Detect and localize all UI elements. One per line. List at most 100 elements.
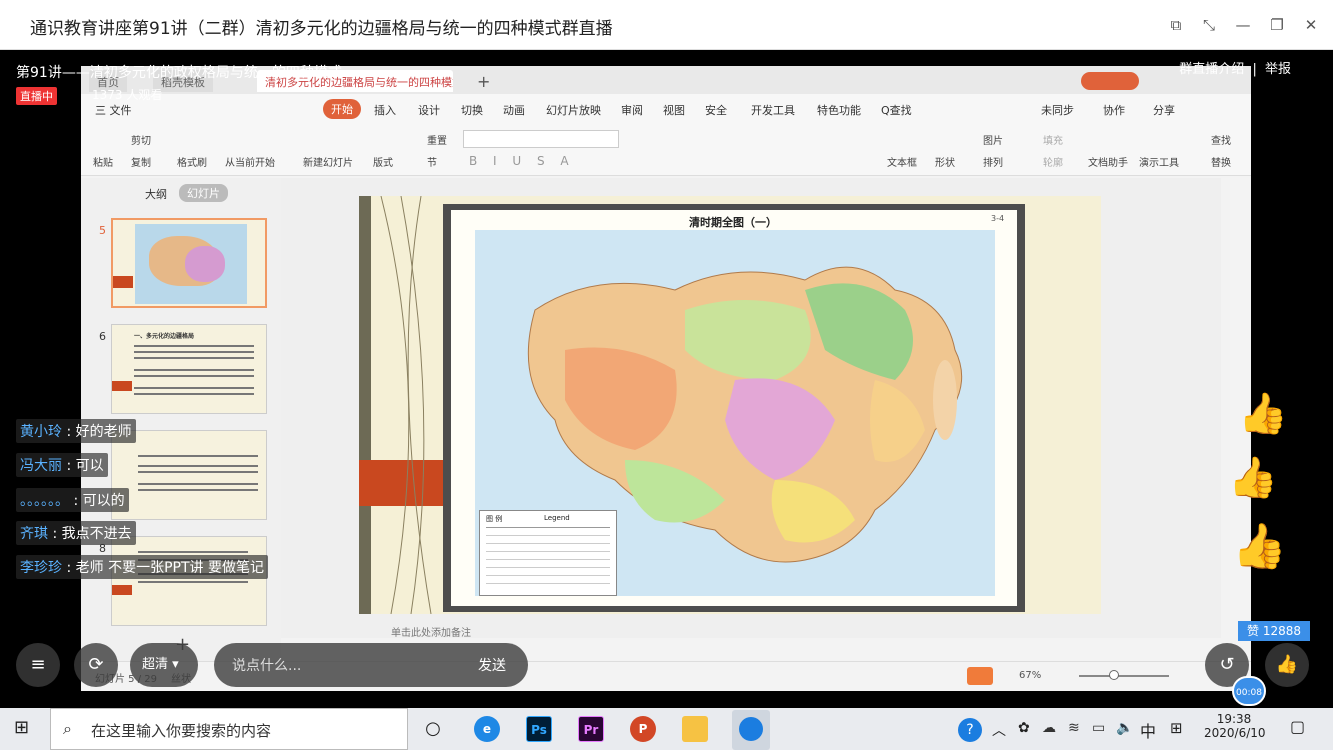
menu-sync[interactable]: 未同步 <box>1041 102 1074 118</box>
paste-button[interactable]: 粘贴 <box>93 154 113 169</box>
menu-developer[interactable]: 开发工具 <box>751 102 795 118</box>
restore-window-icon[interactable]: ⧉ <box>1165 14 1187 36</box>
maximize-icon[interactable]: ❐ <box>1266 14 1288 36</box>
font-style-buttons[interactable]: B I U S A <box>469 154 575 168</box>
close-icon[interactable]: ✕ <box>1300 14 1322 36</box>
cloud-icon[interactable]: ☁ <box>1042 720 1056 736</box>
chat-separator: : <box>69 493 83 509</box>
login-pill[interactable] <box>1081 72 1139 90</box>
notification-icon[interactable]: ▢ <box>1290 717 1305 736</box>
menu-transition[interactable]: 切换 <box>461 102 483 118</box>
thumb-map-land <box>185 246 225 282</box>
present-tools-button[interactable]: 演示工具 <box>1139 154 1179 169</box>
live-intro-link[interactable]: 群直播介绍 <box>1179 62 1244 77</box>
textbox-button[interactable]: 文本框 <box>887 154 917 169</box>
photoshop-icon[interactable]: Ps <box>526 716 552 742</box>
chat-user-name[interactable]: 。。。。。。 <box>20 493 69 509</box>
slide-thumbnail[interactable]: 一、多元化的边疆格局 <box>111 324 267 414</box>
send-button[interactable]: 发送 <box>478 655 506 675</box>
chevron-up-icon[interactable]: ︿ <box>992 720 1006 740</box>
menu-start[interactable]: 开始 <box>323 99 361 119</box>
menu-security[interactable]: 安全 <box>705 102 727 118</box>
expand-icon[interactable]: ⤡ <box>1198 14 1220 36</box>
ime-mode-icon[interactable]: ⊞ <box>1170 719 1183 737</box>
premiere-icon[interactable]: Pr <box>578 716 604 742</box>
ime-indicator[interactable]: 中 <box>1140 718 1156 742</box>
zoom-slider-handle[interactable] <box>1109 670 1119 680</box>
doc-assistant-button[interactable]: 文档助手 <box>1088 154 1128 169</box>
top-links: 群直播介绍 | 举报 <box>1179 58 1291 77</box>
notes-placeholder[interactable]: 单击此处添加备注 <box>391 624 471 639</box>
fill-button[interactable]: 填充 <box>1043 132 1063 147</box>
thumb-heading: 一、多元化的边疆格局 <box>134 333 195 340</box>
chat-user-name[interactable]: 冯大丽 <box>20 458 62 474</box>
battery-icon[interactable]: ▭ <box>1092 720 1105 736</box>
menu-search[interactable]: Q查找 <box>881 102 912 118</box>
clock[interactable]: 19:38 2020/6/10 <box>1204 712 1266 740</box>
section-button[interactable]: 节 <box>427 154 437 169</box>
layout-button[interactable]: 版式 <box>373 154 393 169</box>
windows-start-icon[interactable]: ⊞ <box>14 718 34 738</box>
live-status-badge: 直播中 <box>16 87 57 105</box>
chat-input[interactable]: 说点什么... 发送 <box>214 643 528 687</box>
menu-features[interactable]: 特色功能 <box>817 102 861 118</box>
slide-thumbnail[interactable] <box>111 536 267 626</box>
slide-thumbnail[interactable] <box>111 218 267 308</box>
menu-insert[interactable]: 插入 <box>374 102 396 118</box>
chat-text: 好的老师 <box>75 424 132 440</box>
panel-tab-slides[interactable]: 幻灯片 <box>179 184 228 202</box>
menu-review[interactable]: 审阅 <box>621 102 643 118</box>
font-select[interactable] <box>463 130 619 148</box>
edge-browser-icon[interactable]: e <box>474 716 500 742</box>
shape-button[interactable]: 形状 <box>935 154 955 169</box>
menu-view[interactable]: 视图 <box>663 102 685 118</box>
menu-animation[interactable]: 动画 <box>503 102 525 118</box>
help-icon[interactable]: ? <box>958 718 982 742</box>
menu-file[interactable]: 三 文件 <box>95 102 132 118</box>
volume-icon[interactable]: 🔈 <box>1116 720 1133 736</box>
menu-collab[interactable]: 协作 <box>1103 102 1125 118</box>
format-painter-button[interactable]: 格式刷 <box>177 154 207 169</box>
thumb-accent <box>112 585 132 595</box>
chat-input-placeholder: 说点什么... <box>232 658 302 674</box>
notes-icon[interactable]: ≡ <box>16 643 60 687</box>
search-placeholder: 在这里输入你要搜索的内容 <box>91 722 272 740</box>
slide-thumbnail[interactable] <box>111 430 267 520</box>
rotate-icon[interactable]: ⟳ <box>74 643 118 687</box>
menu-slideshow[interactable]: 幻灯片放映 <box>546 102 601 118</box>
play-from-current-button[interactable]: 从当前开始 <box>225 154 275 169</box>
wifi-icon[interactable]: ≋ <box>1068 720 1080 736</box>
cut-button[interactable]: 剪切 <box>131 132 151 147</box>
tray-app-icon[interactable]: ✿ <box>1018 720 1030 736</box>
chat-user-name[interactable]: 黄小玲 <box>20 424 62 440</box>
chat-user-name[interactable]: 齐琪 <box>20 526 48 542</box>
arrange-button[interactable]: 排列 <box>983 154 1003 169</box>
like-button-icon[interactable]: 👍 <box>1265 643 1309 687</box>
menu-design[interactable]: 设计 <box>418 102 440 118</box>
powerpoint-icon[interactable]: P <box>630 716 656 742</box>
task-view-icon[interactable]: ○ <box>420 716 446 742</box>
new-slide-button[interactable]: 新建幻灯片 <box>303 154 353 169</box>
minimize-icon[interactable]: — <box>1232 14 1254 36</box>
panel-tab-outline[interactable]: 大纲 <box>145 186 167 202</box>
file-explorer-icon[interactable] <box>682 716 708 742</box>
active-app-highlight[interactable] <box>732 710 770 750</box>
quality-select[interactable]: 超清 ▾ <box>130 643 198 687</box>
ppt-add-tab-button[interactable]: + <box>469 68 498 91</box>
current-slide[interactable]: 清时期全图（一） 3-4 图 例 Legend <box>359 196 1101 614</box>
find-button[interactable]: 查找 <box>1211 132 1231 147</box>
menu-share[interactable]: 分享 <box>1153 102 1175 118</box>
thumb-text-lines <box>138 551 248 553</box>
replace-button[interactable]: 替换 <box>1211 154 1231 169</box>
play-slideshow-button[interactable] <box>967 667 993 685</box>
zoom-level[interactable]: 67% <box>1019 670 1041 681</box>
chat-user-name[interactable]: 李珍珍 <box>20 560 62 576</box>
outline-button[interactable]: 轮廓 <box>1043 154 1063 169</box>
zoom-slider[interactable] <box>1079 675 1169 677</box>
slide-side-bar <box>359 196 371 614</box>
taskbar-search[interactable]: ⌕ 在这里输入你要搜索的内容 <box>50 708 408 750</box>
picture-button[interactable]: 图片 <box>983 132 1003 147</box>
reset-button[interactable]: 重置 <box>427 132 447 147</box>
report-link[interactable]: 举报 <box>1265 62 1291 77</box>
copy-button[interactable]: 复制 <box>131 154 151 169</box>
